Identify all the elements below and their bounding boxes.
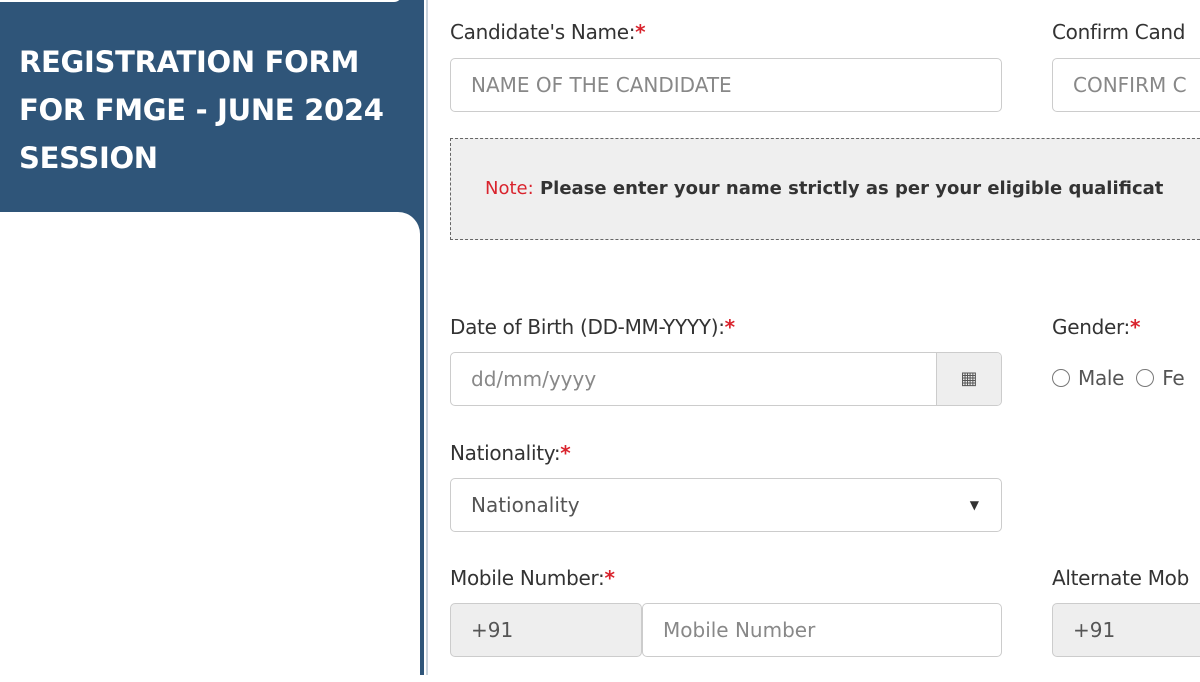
confirm-name-label: Confirm Cand bbox=[1052, 20, 1186, 44]
calendar-icon[interactable]: ▦ bbox=[936, 353, 1001, 405]
gender-male-radio[interactable]: Male bbox=[1052, 366, 1124, 390]
gender-options: Male Fe bbox=[1052, 366, 1185, 390]
gender-label: Gender:* bbox=[1052, 315, 1141, 339]
candidate-name-label: Candidate's Name:* bbox=[450, 20, 646, 44]
mobile-input[interactable]: Mobile Number bbox=[642, 603, 1002, 657]
nationality-label: Nationality:* bbox=[450, 441, 571, 465]
alt-mobile-country-code: +91 bbox=[1052, 603, 1200, 657]
gender-female-radio[interactable]: Fe bbox=[1136, 366, 1185, 390]
confirm-name-input[interactable]: CONFIRM C bbox=[1052, 58, 1200, 112]
mobile-label: Mobile Number:* bbox=[450, 566, 615, 590]
dob-label: Date of Birth (DD-MM-YYYY):* bbox=[450, 315, 735, 339]
sidebar: REGISTRATION FORM FOR FMGE - JUNE 2024 S… bbox=[0, 0, 424, 682]
candidate-name-input[interactable]: NAME OF THE CANDIDATE bbox=[450, 58, 1002, 112]
sidebar-body bbox=[0, 212, 420, 682]
dob-input[interactable]: dd/mm/yyyy ▦ bbox=[450, 352, 1002, 406]
mobile-country-code: +91 bbox=[450, 603, 642, 657]
chevron-down-icon: ▼ bbox=[969, 498, 979, 512]
nationality-select[interactable]: Nationality ▼ bbox=[450, 478, 1002, 532]
name-note: Note: Please enter your name strictly as… bbox=[450, 138, 1200, 240]
dob-placeholder: dd/mm/yyyy bbox=[471, 367, 597, 391]
form-title: REGISTRATION FORM FOR FMGE - JUNE 2024 S… bbox=[19, 45, 384, 175]
alt-mobile-label: Alternate Mob bbox=[1052, 566, 1189, 590]
